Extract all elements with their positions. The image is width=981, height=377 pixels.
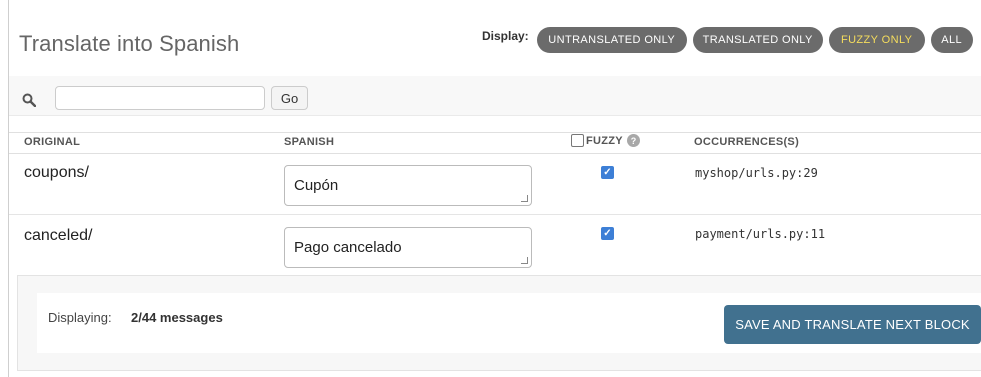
row-1-fuzzy-checkbox[interactable]: ✓ [601,166,614,179]
display-filter: Display: UNTRANSLATED ONLY TRANSLATED ON… [482,27,973,53]
display-label: Display: [482,29,529,43]
row-2-occurrences: payment/urls.py:11 [695,227,826,241]
displaying-label: Displaying: [48,310,112,325]
row-2-original: canceled/ [24,227,93,244]
translation-page: Translate into Spanish Display: UNTRANSL… [0,0,981,377]
column-fuzzy-header: FUZZY [586,134,623,147]
column-original-header: ORIGINAL [24,136,81,148]
column-occurrences-header: OCCURRENCES(S) [694,136,800,148]
row-1-translation-field[interactable]: Cupón [284,165,532,206]
row-1-original: coupons/ [24,164,89,181]
resize-handle-icon[interactable] [521,257,528,264]
filter-fuzzy-button[interactable]: FUZZY ONLY [828,27,925,53]
search-input[interactable] [55,86,265,110]
fuzzy-column-header: FUZZY ? [571,134,640,147]
filter-untranslated-button[interactable]: UNTRANSLATED ONLY [536,27,687,53]
help-icon[interactable]: ? [626,134,640,147]
fuzzy-select-all-checkbox[interactable] [571,134,584,147]
row-2-translation-text: Pago cancelado [294,239,402,256]
row-2-fuzzy-checkbox[interactable]: ✓ [601,227,614,240]
table-header [9,132,981,154]
row-1-translation-text: Cupón [294,177,339,194]
save-and-translate-next-button[interactable]: SAVE AND TRANSLATE NEXT BLOCK [724,305,981,344]
page-border [8,0,9,377]
resize-handle-icon[interactable] [521,195,528,202]
go-button[interactable]: Go [271,86,308,110]
row-divider [9,214,981,215]
displaying-count: 2/44 messages [131,310,223,325]
column-spanish-header: SPANISH [284,136,335,148]
search-icon [22,93,36,107]
row-2-translation-field[interactable]: Pago cancelado [284,227,532,268]
row-1-occurrences: myshop/urls.py:29 [695,166,818,180]
filter-translated-button[interactable]: TRANSLATED ONLY [692,27,823,53]
page-title: Translate into Spanish [19,31,240,56]
filter-all-button[interactable]: ALL [930,27,973,53]
